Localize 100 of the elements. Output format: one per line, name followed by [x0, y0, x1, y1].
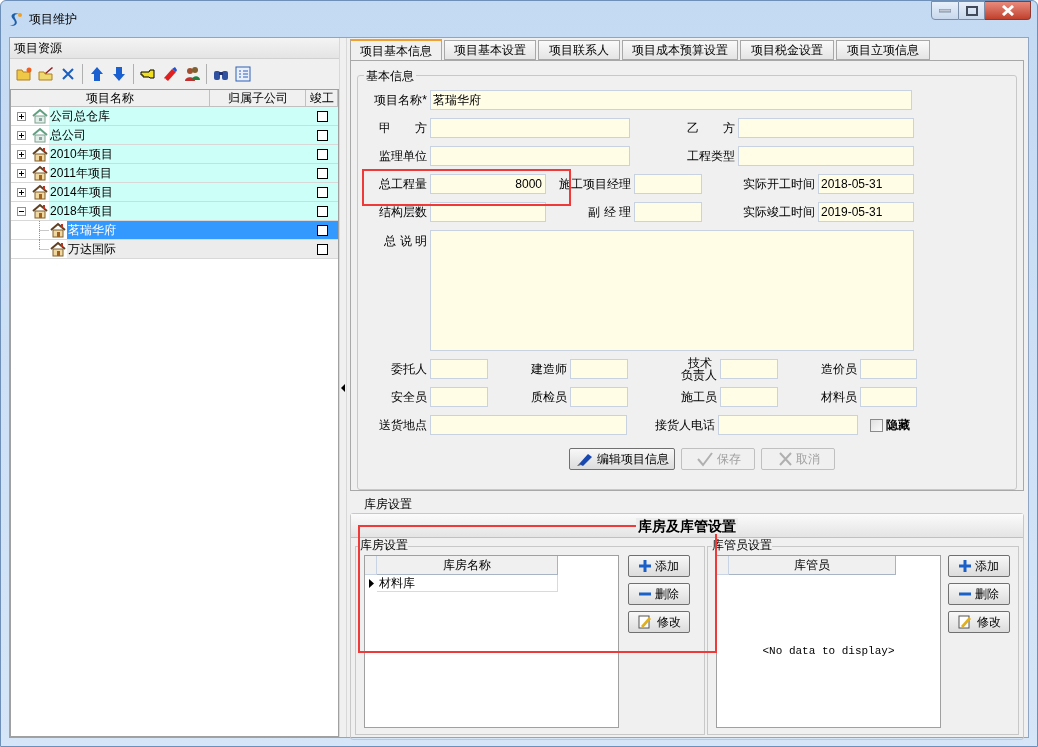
tab[interactable]: 项目税金设置	[740, 40, 834, 60]
document-pencil-icon	[957, 614, 973, 630]
checkbox[interactable]	[316, 167, 328, 179]
tree-item[interactable]: 总公司	[49, 126, 306, 144]
tab[interactable]: 项目联系人	[538, 40, 620, 60]
expand-icon[interactable]	[16, 111, 26, 121]
input-field[interactable]	[430, 202, 546, 222]
input-field[interactable]: 茗瑞华府	[430, 90, 912, 110]
window-title: 项目维护	[29, 11, 77, 28]
delete-button[interactable]: 删除	[628, 583, 690, 605]
close-button[interactable]	[985, 1, 1031, 20]
delete-icon[interactable]	[60, 66, 76, 82]
tab[interactable]: 项目基本信息	[350, 39, 442, 61]
input-field[interactable]	[430, 118, 630, 138]
house-icon	[32, 108, 48, 124]
house-icon	[32, 165, 48, 181]
house-icon	[32, 184, 48, 200]
eraser-icon[interactable]	[162, 66, 178, 82]
field-label: 项目名称*	[374, 94, 427, 106]
expand-icon[interactable]	[16, 149, 26, 159]
edit-button[interactable]: 编辑项目信息	[569, 448, 675, 470]
checkbox[interactable]	[316, 205, 328, 217]
column-header[interactable]: 归属子公司	[210, 90, 306, 106]
field-label: 实际开工时间	[743, 178, 815, 190]
folder-pencil-icon[interactable]	[38, 66, 54, 82]
input-field[interactable]: 2018-05-31	[818, 174, 914, 194]
expand-icon[interactable]	[16, 187, 26, 197]
arrow-up-icon[interactable]	[89, 66, 105, 82]
people-icon[interactable]	[184, 66, 200, 82]
modify-button[interactable]: 修改	[948, 611, 1010, 633]
input-field[interactable]: 2019-05-31	[818, 202, 914, 222]
field-label: 材料员	[821, 391, 857, 403]
tab[interactable]: 项目立项信息	[836, 40, 930, 60]
tree-item[interactable]: 公司总仓库	[49, 107, 306, 125]
column-header[interactable]: 库房名称	[377, 556, 558, 575]
input-field[interactable]	[860, 387, 917, 407]
group-title: 基本信息	[364, 67, 416, 85]
input-field[interactable]	[634, 174, 702, 194]
add-button[interactable]: 添加	[628, 555, 690, 577]
tab[interactable]: 项目基本设置	[444, 40, 536, 60]
input-field[interactable]	[570, 359, 628, 379]
checkmark-icon	[695, 451, 714, 467]
banner-title: 库房及库管设置	[636, 517, 738, 534]
input-field[interactable]	[720, 359, 778, 379]
modify-button[interactable]: 修改	[628, 611, 690, 633]
group-title: 库房设置	[360, 538, 408, 552]
collapse-arrow-icon[interactable]	[341, 383, 345, 392]
checkbox[interactable]	[316, 110, 328, 122]
field-label: 结构层数	[379, 206, 427, 218]
folder-icon[interactable]	[16, 66, 32, 82]
pointing-hand-icon[interactable]	[140, 66, 156, 82]
field-label: 送货地点	[379, 419, 427, 431]
plus-icon	[639, 560, 651, 572]
table-cell[interactable]: 材料库	[377, 575, 558, 592]
arrow-down-icon[interactable]	[111, 66, 127, 82]
checkbox[interactable]	[316, 186, 328, 198]
input-field[interactable]	[430, 359, 488, 379]
column-header[interactable]: 项目名称	[11, 90, 210, 106]
tree-item[interactable]: 2014年项目	[49, 183, 306, 201]
field-label: 乙 方	[687, 122, 735, 134]
input-field[interactable]	[738, 118, 914, 138]
maximize-button[interactable]	[959, 1, 985, 20]
field-label: 监理单位	[379, 150, 427, 162]
field-label: 工程类型	[687, 150, 735, 162]
input-field[interactable]	[430, 415, 627, 435]
minimize-icon	[939, 8, 951, 13]
input-field[interactable]	[570, 387, 628, 407]
input-field[interactable]	[738, 146, 914, 166]
field-label: 委托人	[391, 363, 427, 375]
input-field[interactable]	[718, 415, 858, 435]
field-label: 甲 方	[379, 122, 427, 134]
input-field[interactable]	[430, 387, 488, 407]
add-button[interactable]: 添加	[948, 555, 1010, 577]
input-field[interactable]	[430, 146, 630, 166]
expand-icon[interactable]	[16, 130, 26, 140]
tree-item[interactable]: 2011年项目	[49, 164, 306, 182]
checkbox[interactable]	[316, 224, 328, 236]
close-icon	[1000, 5, 1015, 16]
column-header[interactable]: 库管员	[729, 556, 896, 575]
tree-item[interactable]: 2010年项目	[49, 145, 306, 163]
tree-item[interactable]: 2018年项目	[49, 202, 306, 220]
input-field[interactable]	[860, 359, 917, 379]
expand-icon[interactable]	[16, 168, 26, 178]
input-field[interactable]	[634, 202, 702, 222]
pen-icon	[575, 451, 594, 467]
field-label: 副 经 理	[588, 206, 631, 218]
checkbox[interactable]	[316, 148, 328, 160]
house-icon	[50, 241, 66, 257]
maximize-icon	[965, 5, 978, 16]
checkbox[interactable]	[870, 418, 883, 432]
delete-button[interactable]: 删除	[948, 583, 1010, 605]
collapse-icon[interactable]	[16, 206, 26, 216]
input-field[interactable]: 8000	[430, 174, 546, 194]
input-field[interactable]	[720, 387, 778, 407]
checkbox[interactable]	[316, 129, 328, 141]
column-header[interactable]: 竣工	[306, 90, 338, 106]
field-label: 实际竣工时间	[743, 206, 815, 218]
tab[interactable]: 项目成本预算设置	[622, 40, 738, 60]
checkbox[interactable]	[316, 243, 328, 255]
tree-item[interactable]: 万达国际	[67, 240, 306, 258]
